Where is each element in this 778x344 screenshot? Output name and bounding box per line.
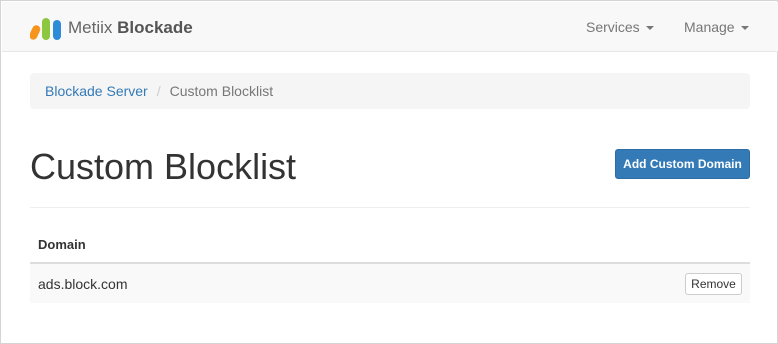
brand-name: Metiix Blockade xyxy=(68,18,193,38)
brand[interactable]: Metiix Blockade xyxy=(30,16,193,40)
chevron-down-icon xyxy=(645,26,654,31)
page-title: Custom Blocklist xyxy=(30,146,297,187)
table-row: ads.block.com Remove xyxy=(30,264,750,303)
nav-services-dropdown[interactable]: Services xyxy=(586,2,654,52)
breadcrumb-separator: / xyxy=(156,83,161,99)
brand-name-light: Metiix xyxy=(68,18,113,37)
navbar: Metiix Blockade Services Manage xyxy=(2,2,778,52)
table-header-domain: Domain xyxy=(30,227,750,264)
breadcrumb-link-blockade-server[interactable]: Blockade Server xyxy=(45,83,148,99)
breadcrumb: Blockade Server / Custom Blocklist xyxy=(30,73,750,109)
app-window: Metiix Blockade Services Manage Blockade… xyxy=(0,0,778,344)
brand-name-bold: Blockade xyxy=(117,18,193,37)
nav-manage-dropdown[interactable]: Manage xyxy=(684,2,749,52)
domain-table: Domain ads.block.com Remove xyxy=(30,227,750,303)
breadcrumb-current: Custom Blocklist xyxy=(169,83,274,99)
chevron-down-icon xyxy=(740,26,749,31)
nav-services-label: Services xyxy=(586,19,640,35)
domain-cell: ads.block.com xyxy=(38,275,128,292)
nav-manage-label: Manage xyxy=(684,19,735,35)
add-custom-domain-button[interactable]: Add Custom Domain xyxy=(615,149,750,179)
divider xyxy=(30,207,750,208)
metiix-logo-icon xyxy=(30,18,61,40)
remove-button[interactable]: Remove xyxy=(685,272,742,295)
